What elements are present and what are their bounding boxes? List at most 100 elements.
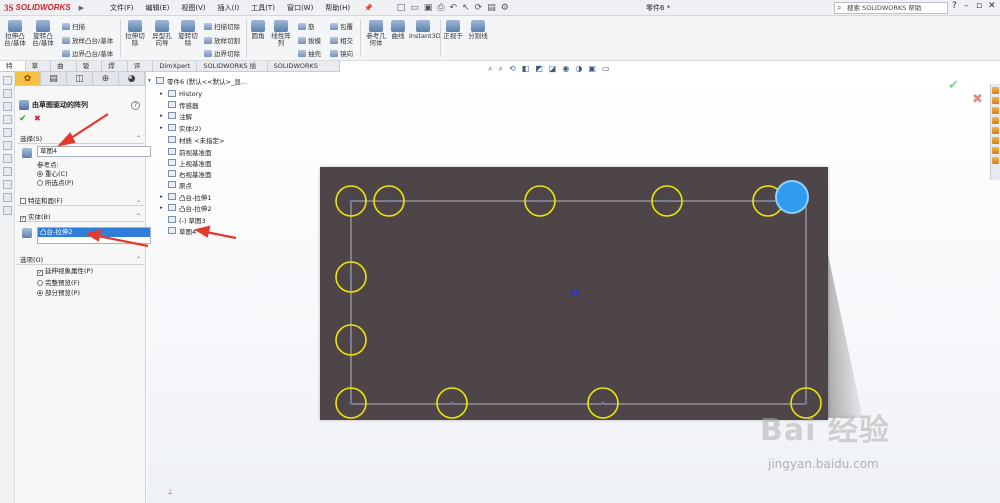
collapse-chevron-icon[interactable]: ⌃ (136, 255, 141, 265)
menu-tools[interactable]: 工具(T) (245, 3, 281, 13)
confirm-corner-ok-icon[interactable]: ✔ (948, 78, 959, 93)
rebuild-icon[interactable]: ⟳ (475, 3, 483, 13)
menu-edit[interactable]: 编辑(E) (140, 3, 176, 13)
collapse-chevron-icon[interactable]: ⌃ (136, 134, 141, 144)
dimxpert-manager-tab-icon[interactable]: ⊕ (93, 72, 119, 85)
sweep-cut-button[interactable]: 扫描切除 (204, 21, 240, 31)
design-library-icon[interactable] (992, 97, 999, 104)
tree-item-right-plane[interactable]: 右视基准面 (160, 169, 212, 179)
wrap-button[interactable]: 包覆 (330, 21, 353, 31)
help-search-input[interactable]: ⌕ 搜索 SOLIDWORKS 帮助 (834, 2, 948, 14)
tab-weldments[interactable]: 焊件 (102, 61, 128, 79)
forum-icon[interactable] (992, 147, 999, 154)
tab-sheet-metal[interactable]: 钣金 (77, 61, 103, 79)
partial-preview-radio[interactable]: 部分预览(P) (37, 289, 80, 297)
help-icon[interactable]: ? (131, 101, 140, 110)
selected-body-item[interactable]: 凸台-拉伸2 (38, 228, 150, 237)
reference-sketch-field[interactable]: 草图4 (37, 146, 151, 157)
fillet-button[interactable]: 圆角 (250, 20, 266, 40)
spline-icon[interactable] (2, 154, 12, 163)
expand-chevron-icon[interactable]: ⌄ (136, 196, 141, 206)
save-icon[interactable]: ▣ (424, 3, 433, 13)
cancel-x-button[interactable]: ✖ (34, 114, 41, 123)
file-explorer-icon[interactable] (992, 107, 999, 114)
tree-item-front-plane[interactable]: 前视基准面 (160, 147, 212, 157)
close-icon[interactable]: ✕ (988, 1, 996, 11)
tree-item-boss-extrude2[interactable]: ▸ 凸台-拉伸2 (160, 203, 211, 213)
solidworks-logo[interactable]: 3S SOLIDWORKS ▶ (0, 0, 90, 16)
options-gear-icon[interactable]: ⚙ (501, 3, 509, 13)
centroid-radio[interactable]: 重心(C) (37, 170, 68, 178)
bodies-selection-list[interactable]: 凸台-拉伸2 (37, 227, 151, 244)
view-settings-icon[interactable]: ▭ (602, 64, 610, 74)
menu-insert[interactable]: 插入(I) (212, 3, 246, 13)
menu-help[interactable]: 帮助(H) (319, 3, 356, 13)
appearances-icon[interactable] (992, 127, 999, 134)
reference-geometry-button[interactable]: 参考几 何体 (364, 20, 388, 47)
tree-item-boss-extrude1[interactable]: ▸ 凸台-拉伸1 (160, 192, 211, 202)
pin-icon[interactable]: 📌 (358, 4, 379, 12)
boundary-boss-button[interactable]: 边界凸台/基体 (62, 48, 113, 58)
curves-button[interactable]: 曲线 (390, 20, 406, 40)
mirror-entities-icon[interactable] (2, 193, 12, 202)
circle-icon[interactable] (2, 128, 12, 137)
view-palette-icon[interactable] (992, 117, 999, 124)
full-preview-radio[interactable]: 完整预览(F) (37, 279, 80, 287)
tree-item-annotations[interactable]: ▸ 注解 (160, 111, 192, 121)
expand-arrow-icon[interactable]: ▸ (160, 205, 166, 211)
checkbox-icon[interactable] (20, 198, 26, 204)
revolve-cut-button[interactable]: 旋转切除 (177, 20, 199, 47)
loft-button[interactable]: 放样凸台/基体 (62, 35, 113, 45)
undo-icon[interactable]: ↶ (450, 3, 458, 13)
confirm-corner-cancel-icon[interactable]: ✖ (972, 92, 983, 107)
split-line-button[interactable]: 分割线 (467, 20, 489, 40)
expand-arrow-icon[interactable]: ▸ (160, 91, 166, 97)
tree-item-material[interactable]: 材质 <未指定> (160, 135, 224, 145)
relations-icon[interactable] (2, 206, 12, 215)
minimize-icon[interactable]: – (964, 1, 969, 11)
intersect-button[interactable]: 相交 (330, 35, 353, 45)
tab-evaluate[interactable]: 评估 (128, 61, 154, 79)
revolve-boss-button[interactable]: 旋转凸 台/基体 (30, 20, 56, 47)
tree-root-part[interactable]: ▾ 零件6 (默认<<默认>_显... (148, 76, 247, 86)
appearance-icon[interactable]: ◑ (575, 64, 582, 74)
tree-item-top-plane[interactable]: 上视基准面 (160, 158, 212, 168)
shell-button[interactable]: 抽壳 (298, 48, 321, 58)
hide-show-icon[interactable]: ◉ (562, 64, 569, 74)
normal-to-button[interactable]: 正视于 (443, 20, 463, 40)
rib-button[interactable]: 筋 (298, 21, 315, 31)
scene-icon[interactable]: ▣ (588, 64, 596, 74)
property-manager-tab-icon[interactable]: ▤ (41, 72, 67, 85)
tree-item-sketch3[interactable]: (-) 草图3 (160, 215, 206, 225)
configuration-manager-tab-icon[interactable]: ◫ (67, 72, 93, 85)
extrude-cut-button[interactable]: 拉伸切除 (124, 20, 146, 47)
selected-seed-feature-highlight[interactable] (775, 180, 809, 214)
ok-check-button[interactable]: ✔ (19, 114, 27, 124)
bodies-section-header[interactable]: ✓ 实体(B) ⌃ (17, 212, 144, 222)
boundary-cut-button[interactable]: 边界切除 (204, 48, 240, 58)
menu-view[interactable]: 视图(V) (175, 3, 211, 13)
offset-icon[interactable] (2, 180, 12, 189)
sketch-icon[interactable] (2, 76, 12, 85)
tree-item-solid-bodies[interactable]: ▸ 实体(2) (160, 123, 201, 133)
collapse-arrow-icon[interactable]: ▾ (148, 78, 154, 84)
tab-addins[interactable]: SOLIDWORKS 插件 (197, 61, 268, 79)
checkbox-checked-icon[interactable]: ✓ (20, 216, 26, 222)
features-faces-section-header[interactable]: 特征和面(F) ⌄ (17, 196, 144, 206)
restore-icon[interactable]: ▫ (976, 1, 982, 11)
tab-dimxpert[interactable]: DimXpert (153, 61, 198, 71)
menu-file[interactable]: 文件(F) (104, 3, 140, 13)
display-style-icon[interactable]: ◪ (549, 64, 557, 74)
trim-icon[interactable] (2, 167, 12, 176)
tree-item-sketch4[interactable]: 草图4 (160, 226, 196, 236)
custom-properties-icon[interactable] (992, 137, 999, 144)
open-icon[interactable]: ▭ (410, 3, 419, 13)
arc-icon[interactable] (2, 141, 12, 150)
help-question-icon[interactable]: ? (952, 1, 957, 11)
feature-manager-tab-icon[interactable]: ✿ (15, 72, 41, 85)
propagate-visual-checkbox[interactable]: ✓ 延伸视象属性(P) (37, 267, 93, 276)
view-orientation-icon[interactable]: ◩ (535, 64, 543, 74)
smart-dimension-icon[interactable] (2, 89, 12, 98)
new-document-icon[interactable]: □ (397, 3, 406, 13)
mirror-button[interactable]: 镜向 (330, 48, 353, 58)
